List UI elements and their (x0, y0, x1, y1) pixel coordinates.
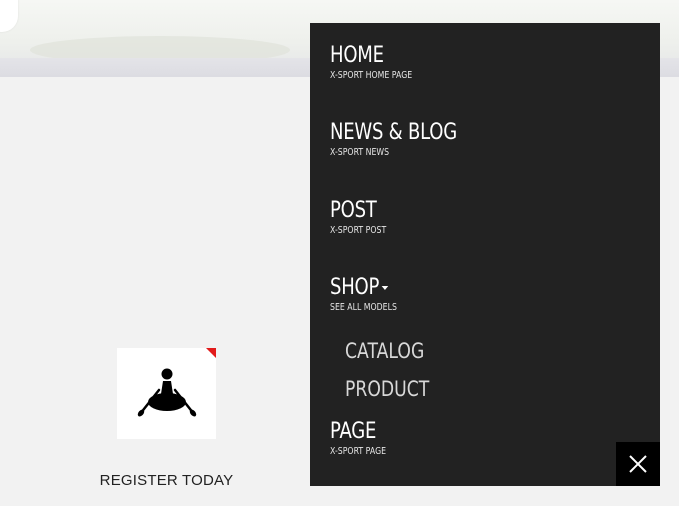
menu-item-home[interactable]: HOME X-SPORT HOME PAGE (330, 43, 435, 82)
page: REGISTER TODAY HOME X-SPORT HOME PAGE NE… (0, 0, 679, 506)
corner-ribbon (206, 348, 216, 358)
menu-item-title[interactable]: SHOP (330, 275, 400, 301)
menu-item-shop[interactable]: SHOP SEE ALL MODELS (330, 275, 416, 314)
menu-item-subtitle: X-SPORT NEWS (330, 147, 390, 158)
menu-item-title[interactable]: NEWS & BLOG (330, 120, 457, 146)
submenu-item-catalog[interactable]: CATALOG (345, 338, 424, 364)
close-menu-button[interactable] (616, 442, 660, 486)
menu-item-subtitle: X-SPORT HOME PAGE (330, 70, 413, 81)
menu-item-title[interactable]: PAGE (330, 419, 389, 445)
caret-down-icon[interactable] (381, 286, 389, 290)
submenu-item-product[interactable]: PRODUCT (345, 376, 429, 402)
hero-image-object (0, 0, 18, 32)
menu-item-subtitle: X-SPORT PAGE (330, 446, 387, 457)
product-thumbnail[interactable] (117, 348, 216, 439)
menu-item-title-text[interactable]: SHOP (330, 275, 379, 300)
side-menu: HOME X-SPORT HOME PAGE NEWS & BLOG X-SPO… (310, 23, 660, 486)
menu-item-page[interactable]: PAGE X-SPORT PAGE (330, 419, 402, 458)
menu-item-title[interactable]: HOME (330, 43, 416, 69)
menu-item-subtitle: X-SPORT POST (330, 225, 387, 236)
register-today-link[interactable]: REGISTER TODAY (90, 472, 243, 489)
menu-item-news-blog[interactable]: NEWS & BLOG X-SPORT NEWS (330, 120, 485, 159)
menu-item-title[interactable]: POST (330, 198, 389, 224)
menu-item-post[interactable]: POST X-SPORT POST (330, 198, 402, 237)
menu-item-subtitle: SEE ALL MODELS (330, 302, 397, 313)
